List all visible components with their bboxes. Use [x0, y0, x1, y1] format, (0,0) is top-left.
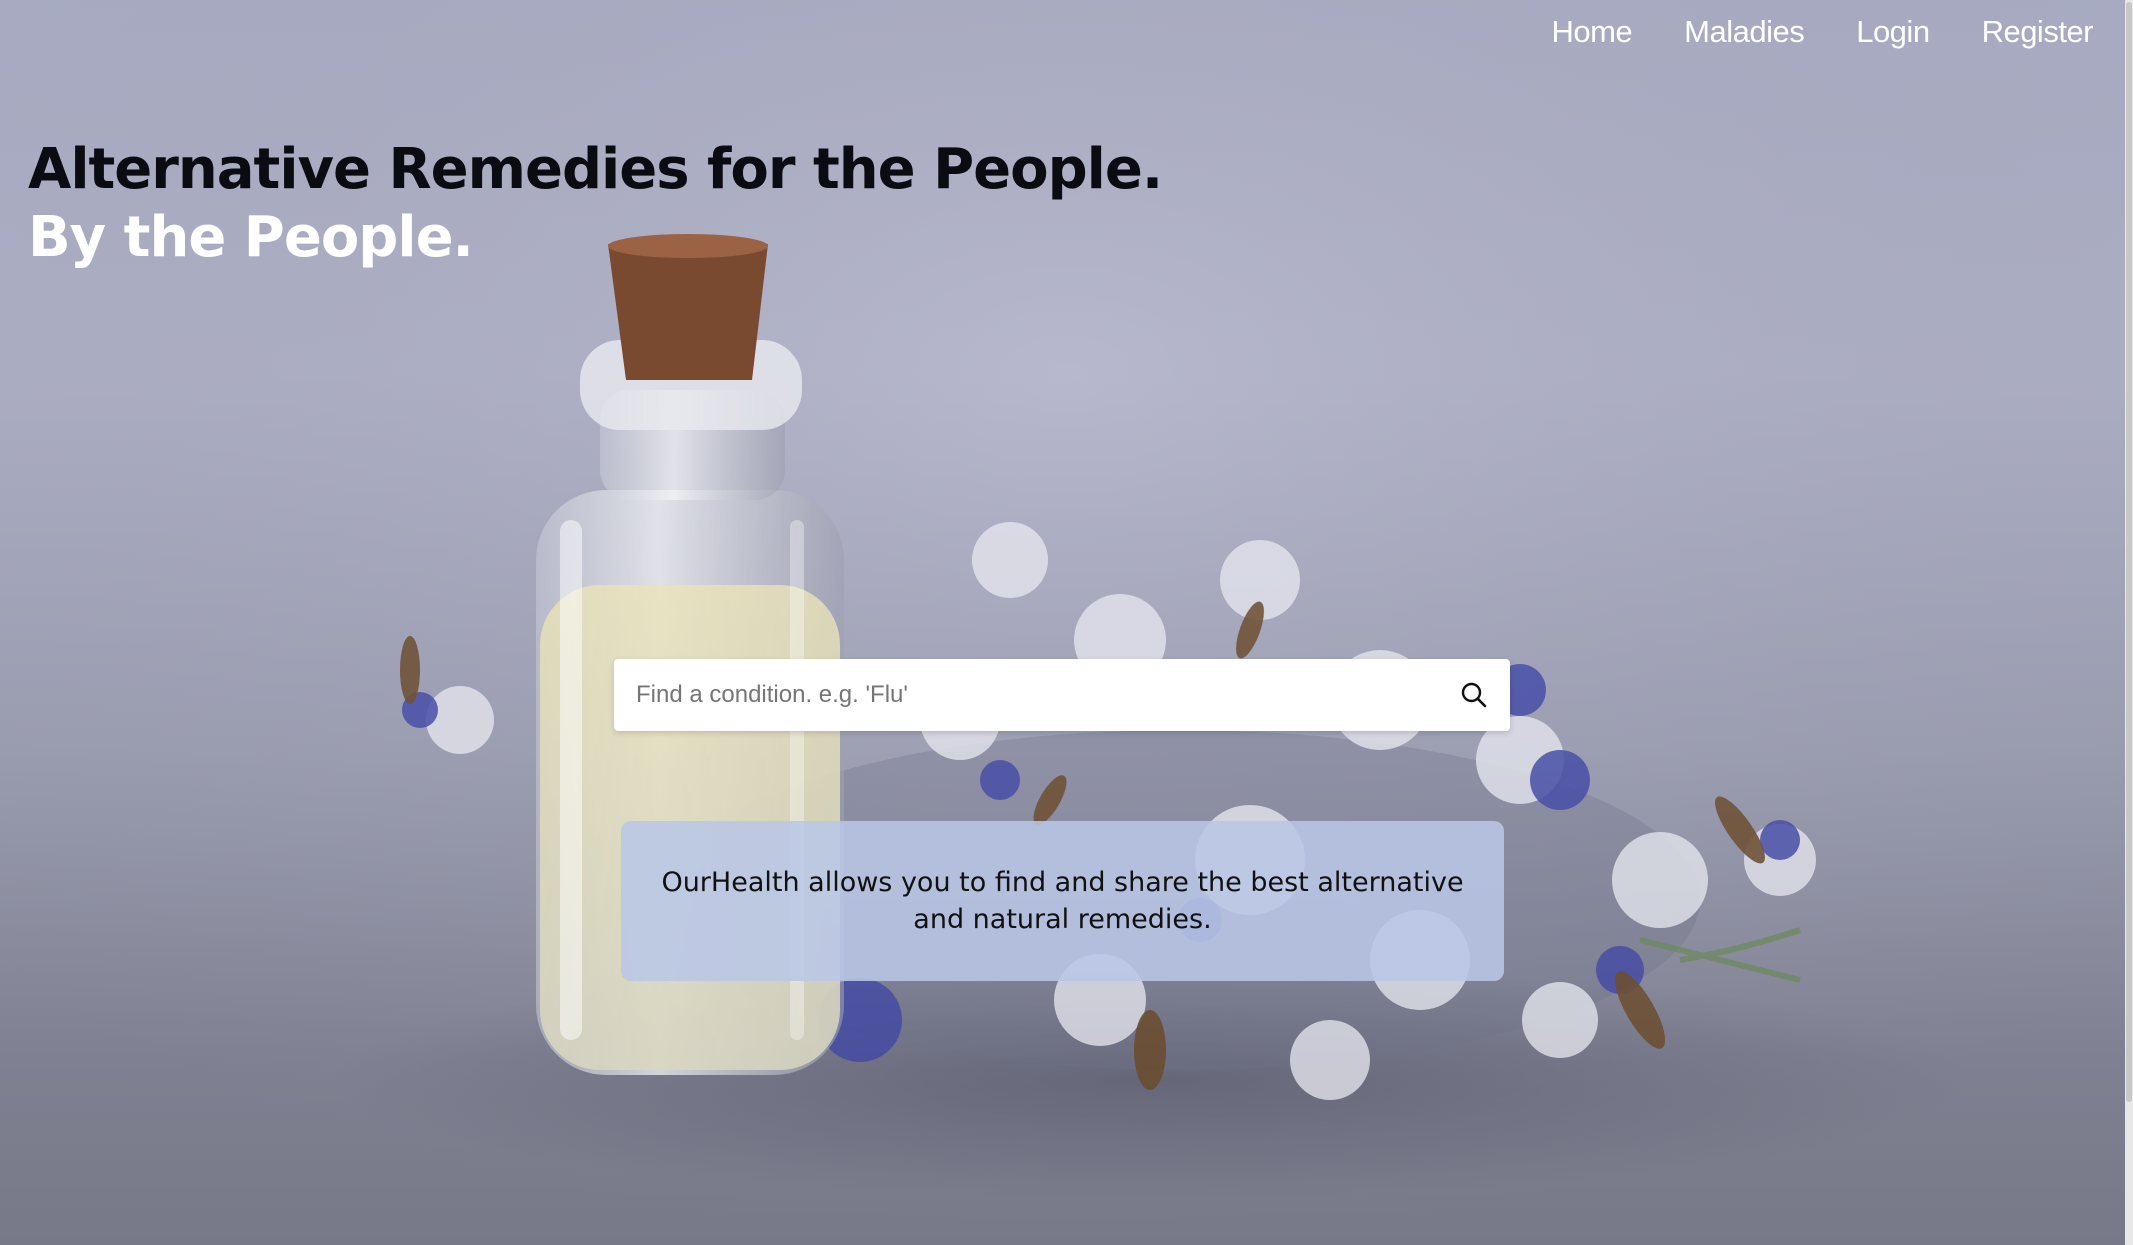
- hero-line-1: Alternative Remedies for the People.: [28, 137, 1163, 202]
- nav-register-link[interactable]: Register: [1982, 14, 2094, 50]
- page-scrollbar[interactable]: [2125, 0, 2133, 1245]
- scrollbar-thumb[interactable]: [2126, 2, 2132, 1102]
- info-box: OurHealth allows you to find and share t…: [621, 821, 1504, 981]
- search-icon: [1461, 682, 1487, 708]
- info-text: OurHealth allows you to find and share t…: [661, 867, 1464, 935]
- search-input[interactable]: [614, 680, 1438, 710]
- nav-home-link[interactable]: Home: [1551, 14, 1632, 50]
- nav-login-link[interactable]: Login: [1856, 14, 1930, 50]
- nav-maladies-link[interactable]: Maladies: [1684, 14, 1805, 50]
- search-button[interactable]: [1438, 659, 1510, 731]
- hero-heading: Alternative Remedies for the People. By …: [28, 136, 1163, 272]
- page: Home Maladies Login Register Alternative…: [0, 0, 2133, 1245]
- hero-line-2: By the People.: [28, 205, 474, 270]
- search-bar: [614, 659, 1510, 731]
- top-navigation: Home Maladies Login Register: [1551, 14, 2093, 50]
